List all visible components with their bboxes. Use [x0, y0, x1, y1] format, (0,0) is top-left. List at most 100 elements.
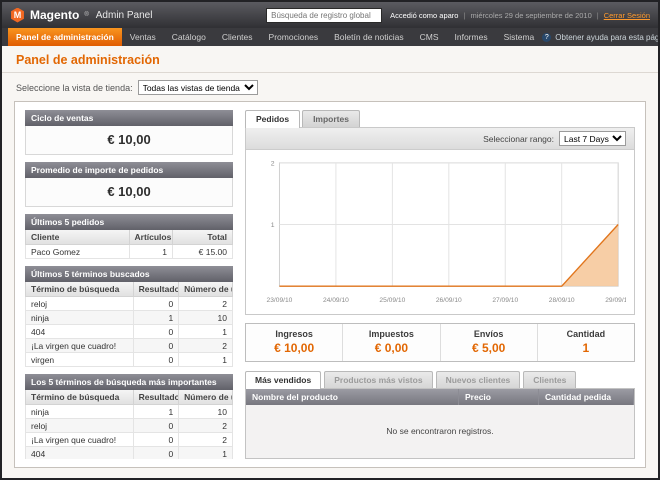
- table-row[interactable]: 40401: [26, 325, 233, 339]
- table-header-row: Nombre del productoPrecioCantidad pedida: [246, 389, 634, 405]
- column-header: Número de usos: [179, 390, 233, 405]
- tab-most-viewed[interactable]: Productos más vistos: [324, 371, 432, 388]
- svg-text:27/09/10: 27/09/10: [492, 297, 518, 304]
- svg-text:23/09/10: 23/09/10: [267, 297, 293, 304]
- orders-chart-panel: Seleccionar rango: Last 7 Days 1223/09/1…: [245, 127, 635, 315]
- table-row[interactable]: ninja110: [26, 311, 233, 325]
- tab-bestsellers[interactable]: Más vendidos: [245, 371, 321, 389]
- table-cell: 0: [133, 419, 179, 433]
- table-cell: 0: [133, 297, 179, 311]
- table-row[interactable]: virgen01: [26, 353, 233, 367]
- logout-link[interactable]: Cerrar Sesión: [604, 11, 650, 20]
- table-header-row: Término de búsquedaResultadosNúmero de u…: [26, 282, 233, 297]
- nav-item-dashboard[interactable]: Panel de administración: [8, 28, 122, 46]
- table-cell: 0: [133, 325, 179, 339]
- table-cell: 404: [26, 447, 134, 460]
- totals-bar: Ingresos € 10,00 Impuestos € 0,00 Envíos…: [245, 323, 635, 362]
- total-value: 1: [538, 341, 634, 355]
- column-header: Cantidad pedida: [539, 389, 634, 405]
- total-quantity: Cantidad 1: [537, 324, 634, 361]
- table-cell: reloj: [26, 297, 134, 311]
- table-row[interactable]: reloj02: [26, 419, 233, 433]
- table-cell: 2: [179, 297, 233, 311]
- svg-text:25/09/10: 25/09/10: [379, 297, 405, 304]
- range-select[interactable]: Last 7 Days: [559, 131, 626, 146]
- nav-item-sales[interactable]: Ventas: [122, 28, 164, 46]
- table-row[interactable]: ninja110: [26, 405, 233, 419]
- table-cell: ninja: [26, 311, 134, 325]
- logo-text: Magento: [30, 8, 79, 22]
- total-value: € 5,00: [441, 341, 537, 355]
- total-label: Envíos: [441, 329, 537, 339]
- total-label: Ingresos: [246, 329, 342, 339]
- tab-orders[interactable]: Pedidos: [245, 110, 300, 128]
- total-value: € 0,00: [343, 341, 439, 355]
- grid-tabs: Más vendidos Productos más vistos Nuevos…: [245, 371, 635, 388]
- table-cell: ninja: [26, 405, 134, 419]
- panel-title: Ciclo de ventas: [25, 110, 233, 126]
- registered-mark: ®: [84, 12, 88, 18]
- table-cell: 0: [133, 433, 179, 447]
- session-info: Accedió como aparo | miércoles 29 de sep…: [390, 11, 650, 20]
- separator: |: [463, 11, 465, 20]
- last-search-terms-panel: Últimos 5 términos buscados Término de b…: [25, 266, 233, 367]
- nav-item-catalog[interactable]: Catálogo: [164, 28, 214, 46]
- table-row[interactable]: ¡La virgen que cuadro!02: [26, 339, 233, 353]
- magento-admin-window: M Magento ® Admin Panel Accedió como apa…: [0, 0, 660, 480]
- page-head: Panel de administración: [2, 46, 658, 72]
- svg-text:26/09/10: 26/09/10: [436, 297, 462, 304]
- nav-item-promotions[interactable]: Promociones: [261, 28, 327, 46]
- separator: |: [597, 11, 599, 20]
- store-view-select[interactable]: Todas las vistas de tienda: [138, 80, 258, 95]
- svg-text:28/09/10: 28/09/10: [549, 297, 575, 304]
- total-tax: Impuestos € 0,00: [342, 324, 439, 361]
- global-search-input[interactable]: [266, 8, 382, 23]
- nav-item-reports[interactable]: Informes: [447, 28, 496, 46]
- table-cell: 10: [179, 311, 233, 325]
- logged-in-text: Accedió como aparo: [390, 11, 458, 20]
- page-help-link[interactable]: ? Obtener ayuda para esta página: [542, 28, 660, 46]
- panel-title: Últimos 5 pedidos: [25, 214, 233, 230]
- main-nav: Panel de administración Ventas Catálogo …: [2, 28, 658, 46]
- bestsellers-table: Nombre del productoPrecioCantidad pedida: [246, 389, 634, 405]
- table-cell: 1: [133, 405, 179, 419]
- dashboard-content: Ciclo de ventas € 10,00 Promedio de impo…: [14, 101, 646, 468]
- average-orders-panel: Promedio de importe de pedidos € 10,00: [25, 162, 233, 207]
- nav-item-system[interactable]: Sistema: [496, 28, 543, 46]
- table-row[interactable]: 40401: [26, 447, 233, 460]
- table-cell: 2: [179, 433, 233, 447]
- total-shipping: Envíos € 5,00: [440, 324, 537, 361]
- nav-item-newsletter[interactable]: Boletín de noticias: [326, 28, 411, 46]
- table-cell: 0: [133, 447, 179, 460]
- nav-item-customers[interactable]: Clientes: [214, 28, 261, 46]
- total-value: € 10,00: [246, 341, 342, 355]
- top-search-terms-table: Término de búsquedaResultadosNúmero de u…: [25, 390, 233, 459]
- last-orders-panel: Últimos 5 pedidos ClienteArtículosTotal …: [25, 214, 233, 259]
- table-cell: 1: [133, 311, 179, 325]
- dashboard-main: Pedidos Importes Seleccionar rango: Last…: [245, 110, 635, 459]
- table-row[interactable]: reloj02: [26, 297, 233, 311]
- table-cell: Paco Gomez: [26, 245, 130, 259]
- help-label: Obtener ayuda para esta página: [555, 33, 660, 42]
- column-header: Término de búsqueda: [26, 282, 134, 297]
- table-cell: ¡La virgen que cuadro!: [26, 339, 134, 353]
- tab-customers[interactable]: Clientes: [523, 371, 576, 388]
- table-row[interactable]: ¡La virgen que cuadro!02: [26, 433, 233, 447]
- table-row[interactable]: Paco Gomez1€ 15.00: [26, 245, 233, 259]
- magento-logo[interactable]: M Magento ® Admin Panel: [10, 8, 152, 23]
- column-header: Número de usos: [179, 282, 233, 297]
- nav-item-cms[interactable]: CMS: [412, 28, 447, 46]
- panel-title: Promedio de importe de pedidos: [25, 162, 233, 178]
- range-label: Seleccionar rango:: [483, 134, 554, 144]
- magento-logo-icon: M: [10, 8, 25, 23]
- column-header: Artículos: [129, 230, 172, 245]
- store-switcher: Seleccione la vista de tienda: Todas las…: [2, 73, 658, 101]
- tab-amounts[interactable]: Importes: [302, 110, 360, 127]
- column-header: Cliente: [26, 230, 130, 245]
- orders-chart: 1223/09/1024/09/1025/09/1026/09/1027/09/…: [254, 155, 626, 312]
- total-label: Cantidad: [538, 329, 634, 339]
- tab-new-customers[interactable]: Nuevos clientes: [436, 371, 521, 388]
- svg-text:24/09/10: 24/09/10: [323, 297, 349, 304]
- table-cell: 2: [179, 339, 233, 353]
- help-icon: ?: [542, 33, 551, 42]
